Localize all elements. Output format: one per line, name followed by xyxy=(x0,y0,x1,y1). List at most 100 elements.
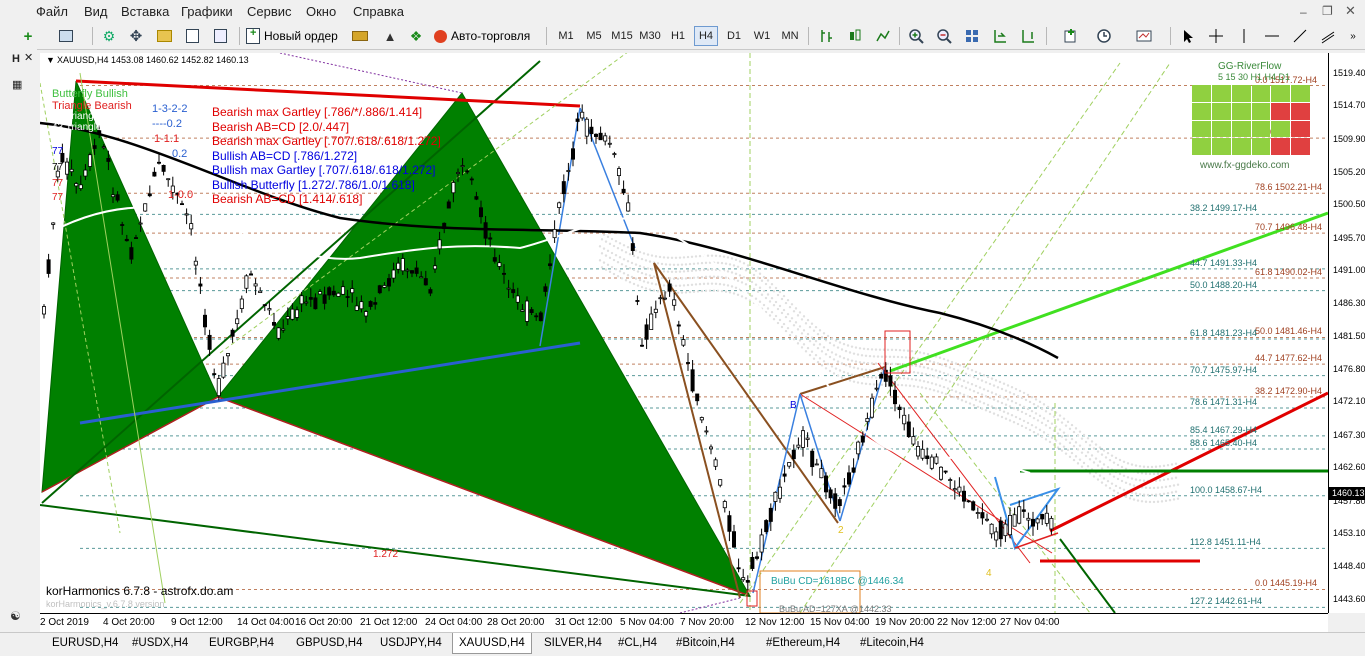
menu-insert[interactable]: Вставка xyxy=(121,4,169,19)
fib-level-label: 127.2 1442.61-H4 xyxy=(1190,596,1263,607)
chart-shift-icon[interactable] xyxy=(1018,26,1038,46)
symbol-tab[interactable]: #CL,H4 xyxy=(614,636,661,650)
riverflow-url: www.fx-ggdeko.com xyxy=(1200,160,1290,171)
fib-level-label: 38.2 1499.17-H4 xyxy=(1190,203,1258,214)
menu-tools[interactable]: Сервис xyxy=(247,4,292,19)
legend-mid-2: 1-1.1 xyxy=(154,133,180,145)
horizontal-line-icon[interactable] xyxy=(1262,26,1282,46)
zoom-out-icon[interactable] xyxy=(934,26,954,46)
indicators-icon[interactable] xyxy=(1060,26,1080,46)
timeframe-m1[interactable]: M1 xyxy=(554,26,578,46)
toolbar: + ⚙ ✥ + Новый ордер ▲ ❖ Авто-торговля M1… xyxy=(0,24,1365,50)
channel-icon[interactable] xyxy=(1318,26,1338,46)
fib-level-label: 78.6 1502.21-H4 xyxy=(1255,182,1323,193)
symbol-tab[interactable]: EURUSD,H4 xyxy=(48,636,122,650)
symbol-tab[interactable]: #Litecoin,H4 xyxy=(856,636,928,650)
symbol-tab[interactable]: GBPUSD,H4 xyxy=(292,636,366,650)
new-chart-icon[interactable]: + xyxy=(18,26,38,46)
market-icon[interactable]: ❖ xyxy=(406,26,426,46)
candle-chart-icon[interactable] xyxy=(845,26,865,46)
menu-view[interactable]: Вид xyxy=(84,4,108,19)
time-axis-label: 14 Oct 04:00 xyxy=(237,617,295,628)
toolbar-more-icon[interactable]: » xyxy=(1343,26,1363,46)
trendline-icon[interactable] xyxy=(1290,26,1310,46)
minimize-icon[interactable]: – xyxy=(1300,5,1307,19)
fib-level-label: 112.8 1451.11-H4 xyxy=(1190,537,1261,548)
symbol-tabs: EURUSD,H4 #USDX,H4 EURGBP,H4 GBPUSD,H4 USDJP… xyxy=(0,632,1365,656)
timeframe-m15[interactable]: M15 xyxy=(610,26,634,46)
chart-area[interactable]: 0.0 1517.72-H41510.14-H478.6 1502.21-H47… xyxy=(40,53,1328,613)
point-b-label: B xyxy=(790,400,797,411)
close-icon[interactable]: ✕ xyxy=(1345,3,1356,19)
legend-mid-1: ----0.2 xyxy=(152,118,182,130)
menu-charts[interactable]: Графики xyxy=(181,4,233,19)
timeframe-w1[interactable]: W1 xyxy=(750,26,774,46)
line-chart-icon[interactable] xyxy=(873,26,893,46)
symbol-tab[interactable]: XAUUSD,H4 xyxy=(452,633,532,654)
timeframe-m5[interactable]: M5 xyxy=(582,26,606,46)
crosshair-icon[interactable] xyxy=(1206,26,1226,46)
zoom-in-icon[interactable] xyxy=(906,26,926,46)
auto-scroll-icon[interactable] xyxy=(990,26,1010,46)
price-axis-label: 1519.40 xyxy=(1333,67,1365,78)
scrollbar-marker-icon[interactable]: ☯ xyxy=(10,609,21,623)
timeframe-m30[interactable]: M30 xyxy=(638,26,662,46)
fib-level-label: 50.0 1481.46-H4 xyxy=(1255,326,1323,337)
fib-level-label: 61.8 1490.02-H4 xyxy=(1255,266,1323,277)
timeframe-h4[interactable]: H4 xyxy=(694,26,718,46)
terminal-icon[interactable] xyxy=(182,26,202,46)
menu-bar: Файл Вид Вставка Графики Сервис Окно Спр… xyxy=(0,0,1365,25)
signals-icon[interactable]: ▲ xyxy=(380,26,400,46)
periods-clock-icon[interactable] xyxy=(1094,26,1114,46)
close-chart-icon[interactable]: ✕ xyxy=(24,51,33,64)
fib-level-label: 50.0 1488.20-H4 xyxy=(1190,279,1258,290)
symbol-tab[interactable]: USDJPY,H4 xyxy=(376,636,446,650)
chart-grid-icon[interactable]: ▦ xyxy=(12,78,22,91)
pattern-label: Bullish Butterfly [1.272/.786/1.0/1.618] xyxy=(212,177,415,192)
cursor-icon[interactable] xyxy=(1178,26,1198,46)
profiles-icon[interactable] xyxy=(56,26,76,46)
symbol-tab[interactable]: EURGBP,H4 xyxy=(205,636,278,650)
time-axis[interactable]: 2 Oct 2019 4 Oct 20:00 9 Oct 12:00 14 Oct 0… xyxy=(40,613,1328,633)
symbol-tab[interactable]: #Ethereum,H4 xyxy=(762,636,844,650)
restore-icon[interactable]: ❐ xyxy=(1322,4,1333,18)
price-axis-label: 1500.50 xyxy=(1333,199,1365,210)
menu-window[interactable]: Окно xyxy=(306,4,336,19)
symbol-tab[interactable]: #Bitcoin,H4 xyxy=(672,636,739,650)
bar-chart-icon[interactable] xyxy=(817,26,837,46)
riverflow-title: GG-RiverFlow xyxy=(1218,61,1282,72)
price-axis-label: 1462.60 xyxy=(1333,462,1365,473)
pattern-label: Bearish AB=CD [2.0/.447] xyxy=(212,119,350,134)
symbol-tab[interactable]: #USDX,H4 xyxy=(128,636,192,650)
timeframe-d1[interactable]: D1 xyxy=(722,26,746,46)
point-4-label: 4 xyxy=(986,568,992,579)
folder-icon[interactable] xyxy=(154,26,174,46)
fib-level-label: 0.0 1445.19-H4 xyxy=(1255,578,1318,589)
symbol-tab[interactable]: SILVER,H4 xyxy=(540,636,606,650)
pattern-label: Bullish AB=CD [.786/1.272] xyxy=(212,148,358,163)
time-axis-label: 7 Nov 20:00 xyxy=(680,617,734,628)
fib-level-label: 88.6 1465.40-H4 xyxy=(1190,438,1258,449)
strategy-tester-icon[interactable] xyxy=(210,26,230,46)
hscroll-icon[interactable]: H xyxy=(12,53,20,65)
menu-help[interactable]: Справка xyxy=(353,4,404,19)
templates-icon[interactable] xyxy=(1134,26,1154,46)
menu-file[interactable]: Файл xyxy=(36,4,68,19)
tile-windows-icon[interactable] xyxy=(962,26,982,46)
price-axis-label: 1486.30 xyxy=(1333,297,1365,308)
gold-bars-icon[interactable] xyxy=(350,26,370,46)
price-axis[interactable]: 1519.40 1514.70 1509.90 1505.20 1500.50 1495.… xyxy=(1328,53,1365,613)
autotrading-icon xyxy=(434,29,447,43)
price-axis-label: 1476.80 xyxy=(1333,363,1365,374)
time-axis-label: 9 Oct 12:00 xyxy=(171,617,223,628)
timeframe-mn[interactable]: MN xyxy=(778,26,802,46)
fib-level-label: 44.7 1477.62-H4 xyxy=(1255,353,1323,364)
navigator-icon[interactable]: ✥ xyxy=(126,26,146,46)
fib-level-label: 70.7 1496.48-H4 xyxy=(1255,222,1323,233)
vertical-line-icon[interactable] xyxy=(1234,26,1254,46)
timeframe-h1[interactable]: H1 xyxy=(666,26,690,46)
market-watch-icon[interactable]: ⚙ xyxy=(99,26,119,46)
new-order-button[interactable]: + Новый ордер xyxy=(246,26,338,46)
autotrading-button[interactable]: Авто-торговля xyxy=(434,26,530,46)
price-axis-label: 1495.70 xyxy=(1333,232,1365,243)
